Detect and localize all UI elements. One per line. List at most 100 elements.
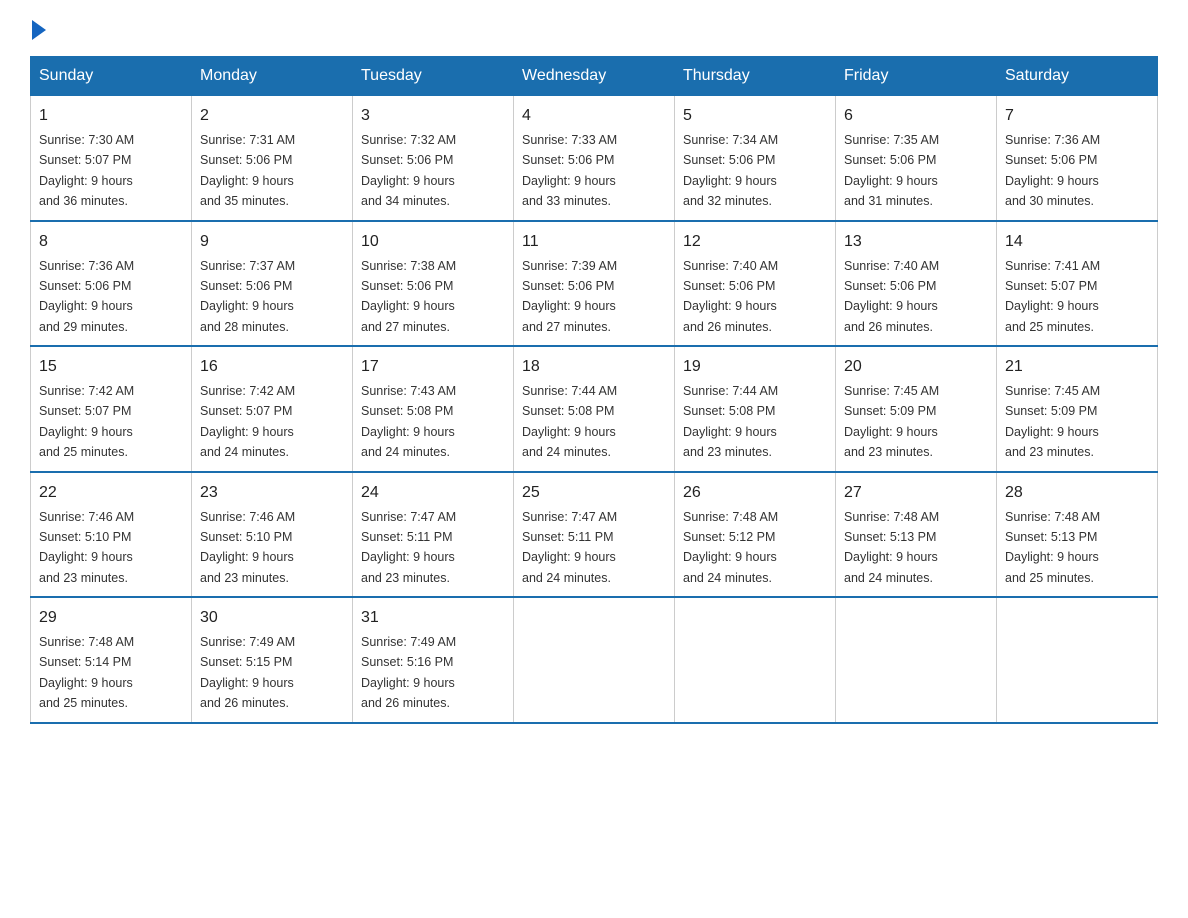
calendar-cell: 12 Sunrise: 7:40 AMSunset: 5:06 PMDaylig… bbox=[675, 221, 836, 347]
calendar-cell: 29 Sunrise: 7:48 AMSunset: 5:14 PMDaylig… bbox=[31, 597, 192, 723]
calendar-cell: 30 Sunrise: 7:49 AMSunset: 5:15 PMDaylig… bbox=[192, 597, 353, 723]
day-number: 7 bbox=[1005, 104, 1149, 128]
day-number: 27 bbox=[844, 481, 988, 505]
day-number: 25 bbox=[522, 481, 666, 505]
calendar-cell: 9 Sunrise: 7:37 AMSunset: 5:06 PMDayligh… bbox=[192, 221, 353, 347]
day-number: 20 bbox=[844, 355, 988, 379]
day-info: Sunrise: 7:38 AMSunset: 5:06 PMDaylight:… bbox=[361, 259, 456, 334]
day-info: Sunrise: 7:45 AMSunset: 5:09 PMDaylight:… bbox=[1005, 384, 1100, 459]
day-number: 17 bbox=[361, 355, 505, 379]
week-row-4: 22 Sunrise: 7:46 AMSunset: 5:10 PMDaylig… bbox=[31, 472, 1158, 598]
day-info: Sunrise: 7:34 AMSunset: 5:06 PMDaylight:… bbox=[683, 133, 778, 208]
day-info: Sunrise: 7:47 AMSunset: 5:11 PMDaylight:… bbox=[522, 510, 617, 585]
calendar-cell: 3 Sunrise: 7:32 AMSunset: 5:06 PMDayligh… bbox=[353, 96, 514, 221]
day-number: 30 bbox=[200, 606, 344, 630]
day-info: Sunrise: 7:48 AMSunset: 5:13 PMDaylight:… bbox=[844, 510, 939, 585]
day-info: Sunrise: 7:46 AMSunset: 5:10 PMDaylight:… bbox=[200, 510, 295, 585]
calendar-cell: 11 Sunrise: 7:39 AMSunset: 5:06 PMDaylig… bbox=[514, 221, 675, 347]
day-info: Sunrise: 7:40 AMSunset: 5:06 PMDaylight:… bbox=[683, 259, 778, 334]
day-number: 16 bbox=[200, 355, 344, 379]
calendar-cell: 1 Sunrise: 7:30 AMSunset: 5:07 PMDayligh… bbox=[31, 96, 192, 221]
calendar-cell: 10 Sunrise: 7:38 AMSunset: 5:06 PMDaylig… bbox=[353, 221, 514, 347]
day-info: Sunrise: 7:36 AMSunset: 5:06 PMDaylight:… bbox=[39, 259, 134, 334]
day-info: Sunrise: 7:35 AMSunset: 5:06 PMDaylight:… bbox=[844, 133, 939, 208]
week-row-3: 15 Sunrise: 7:42 AMSunset: 5:07 PMDaylig… bbox=[31, 346, 1158, 472]
calendar-cell: 31 Sunrise: 7:49 AMSunset: 5:16 PMDaylig… bbox=[353, 597, 514, 723]
header-monday: Monday bbox=[192, 57, 353, 96]
day-number: 9 bbox=[200, 230, 344, 254]
calendar-cell bbox=[675, 597, 836, 723]
day-number: 12 bbox=[683, 230, 827, 254]
calendar-cell: 17 Sunrise: 7:43 AMSunset: 5:08 PMDaylig… bbox=[353, 346, 514, 472]
calendar-cell: 19 Sunrise: 7:44 AMSunset: 5:08 PMDaylig… bbox=[675, 346, 836, 472]
week-row-1: 1 Sunrise: 7:30 AMSunset: 5:07 PMDayligh… bbox=[31, 96, 1158, 221]
day-info: Sunrise: 7:44 AMSunset: 5:08 PMDaylight:… bbox=[683, 384, 778, 459]
day-number: 29 bbox=[39, 606, 183, 630]
calendar-cell: 25 Sunrise: 7:47 AMSunset: 5:11 PMDaylig… bbox=[514, 472, 675, 598]
day-number: 14 bbox=[1005, 230, 1149, 254]
calendar-cell: 4 Sunrise: 7:33 AMSunset: 5:06 PMDayligh… bbox=[514, 96, 675, 221]
week-row-5: 29 Sunrise: 7:48 AMSunset: 5:14 PMDaylig… bbox=[31, 597, 1158, 723]
calendar-cell: 21 Sunrise: 7:45 AMSunset: 5:09 PMDaylig… bbox=[997, 346, 1158, 472]
calendar-cell bbox=[997, 597, 1158, 723]
calendar-cell bbox=[514, 597, 675, 723]
day-number: 5 bbox=[683, 104, 827, 128]
calendar-cell: 6 Sunrise: 7:35 AMSunset: 5:06 PMDayligh… bbox=[836, 96, 997, 221]
logo-arrow-icon bbox=[32, 20, 46, 40]
calendar-cell: 13 Sunrise: 7:40 AMSunset: 5:06 PMDaylig… bbox=[836, 221, 997, 347]
day-number: 4 bbox=[522, 104, 666, 128]
day-info: Sunrise: 7:32 AMSunset: 5:06 PMDaylight:… bbox=[361, 133, 456, 208]
calendar-cell: 23 Sunrise: 7:46 AMSunset: 5:10 PMDaylig… bbox=[192, 472, 353, 598]
header-friday: Friday bbox=[836, 57, 997, 96]
day-number: 8 bbox=[39, 230, 183, 254]
day-number: 24 bbox=[361, 481, 505, 505]
logo bbox=[30, 20, 48, 36]
calendar-cell bbox=[836, 597, 997, 723]
week-row-2: 8 Sunrise: 7:36 AMSunset: 5:06 PMDayligh… bbox=[31, 221, 1158, 347]
header-tuesday: Tuesday bbox=[353, 57, 514, 96]
calendar-cell: 7 Sunrise: 7:36 AMSunset: 5:06 PMDayligh… bbox=[997, 96, 1158, 221]
day-number: 31 bbox=[361, 606, 505, 630]
calendar-cell: 14 Sunrise: 7:41 AMSunset: 5:07 PMDaylig… bbox=[997, 221, 1158, 347]
day-number: 13 bbox=[844, 230, 988, 254]
day-info: Sunrise: 7:49 AMSunset: 5:16 PMDaylight:… bbox=[361, 635, 456, 710]
header-saturday: Saturday bbox=[997, 57, 1158, 96]
day-info: Sunrise: 7:42 AMSunset: 5:07 PMDaylight:… bbox=[200, 384, 295, 459]
day-info: Sunrise: 7:48 AMSunset: 5:14 PMDaylight:… bbox=[39, 635, 134, 710]
day-info: Sunrise: 7:33 AMSunset: 5:06 PMDaylight:… bbox=[522, 133, 617, 208]
calendar-cell: 27 Sunrise: 7:48 AMSunset: 5:13 PMDaylig… bbox=[836, 472, 997, 598]
weekday-header-row: SundayMondayTuesdayWednesdayThursdayFrid… bbox=[31, 57, 1158, 96]
day-number: 11 bbox=[522, 230, 666, 254]
calendar-cell: 18 Sunrise: 7:44 AMSunset: 5:08 PMDaylig… bbox=[514, 346, 675, 472]
calendar-cell: 5 Sunrise: 7:34 AMSunset: 5:06 PMDayligh… bbox=[675, 96, 836, 221]
day-info: Sunrise: 7:31 AMSunset: 5:06 PMDaylight:… bbox=[200, 133, 295, 208]
header-wednesday: Wednesday bbox=[514, 57, 675, 96]
day-info: Sunrise: 7:39 AMSunset: 5:06 PMDaylight:… bbox=[522, 259, 617, 334]
page-header bbox=[30, 20, 1158, 36]
day-number: 26 bbox=[683, 481, 827, 505]
day-number: 15 bbox=[39, 355, 183, 379]
header-thursday: Thursday bbox=[675, 57, 836, 96]
day-info: Sunrise: 7:49 AMSunset: 5:15 PMDaylight:… bbox=[200, 635, 295, 710]
day-number: 2 bbox=[200, 104, 344, 128]
calendar-cell: 2 Sunrise: 7:31 AMSunset: 5:06 PMDayligh… bbox=[192, 96, 353, 221]
day-number: 19 bbox=[683, 355, 827, 379]
day-info: Sunrise: 7:42 AMSunset: 5:07 PMDaylight:… bbox=[39, 384, 134, 459]
calendar-cell: 16 Sunrise: 7:42 AMSunset: 5:07 PMDaylig… bbox=[192, 346, 353, 472]
day-info: Sunrise: 7:45 AMSunset: 5:09 PMDaylight:… bbox=[844, 384, 939, 459]
day-number: 22 bbox=[39, 481, 183, 505]
day-info: Sunrise: 7:47 AMSunset: 5:11 PMDaylight:… bbox=[361, 510, 456, 585]
day-number: 21 bbox=[1005, 355, 1149, 379]
day-info: Sunrise: 7:36 AMSunset: 5:06 PMDaylight:… bbox=[1005, 133, 1100, 208]
day-info: Sunrise: 7:48 AMSunset: 5:12 PMDaylight:… bbox=[683, 510, 778, 585]
calendar-cell: 28 Sunrise: 7:48 AMSunset: 5:13 PMDaylig… bbox=[997, 472, 1158, 598]
calendar-cell: 8 Sunrise: 7:36 AMSunset: 5:06 PMDayligh… bbox=[31, 221, 192, 347]
day-info: Sunrise: 7:43 AMSunset: 5:08 PMDaylight:… bbox=[361, 384, 456, 459]
calendar-cell: 20 Sunrise: 7:45 AMSunset: 5:09 PMDaylig… bbox=[836, 346, 997, 472]
calendar-cell: 15 Sunrise: 7:42 AMSunset: 5:07 PMDaylig… bbox=[31, 346, 192, 472]
header-sunday: Sunday bbox=[31, 57, 192, 96]
day-number: 1 bbox=[39, 104, 183, 128]
day-number: 18 bbox=[522, 355, 666, 379]
day-info: Sunrise: 7:30 AMSunset: 5:07 PMDaylight:… bbox=[39, 133, 134, 208]
day-info: Sunrise: 7:41 AMSunset: 5:07 PMDaylight:… bbox=[1005, 259, 1100, 334]
